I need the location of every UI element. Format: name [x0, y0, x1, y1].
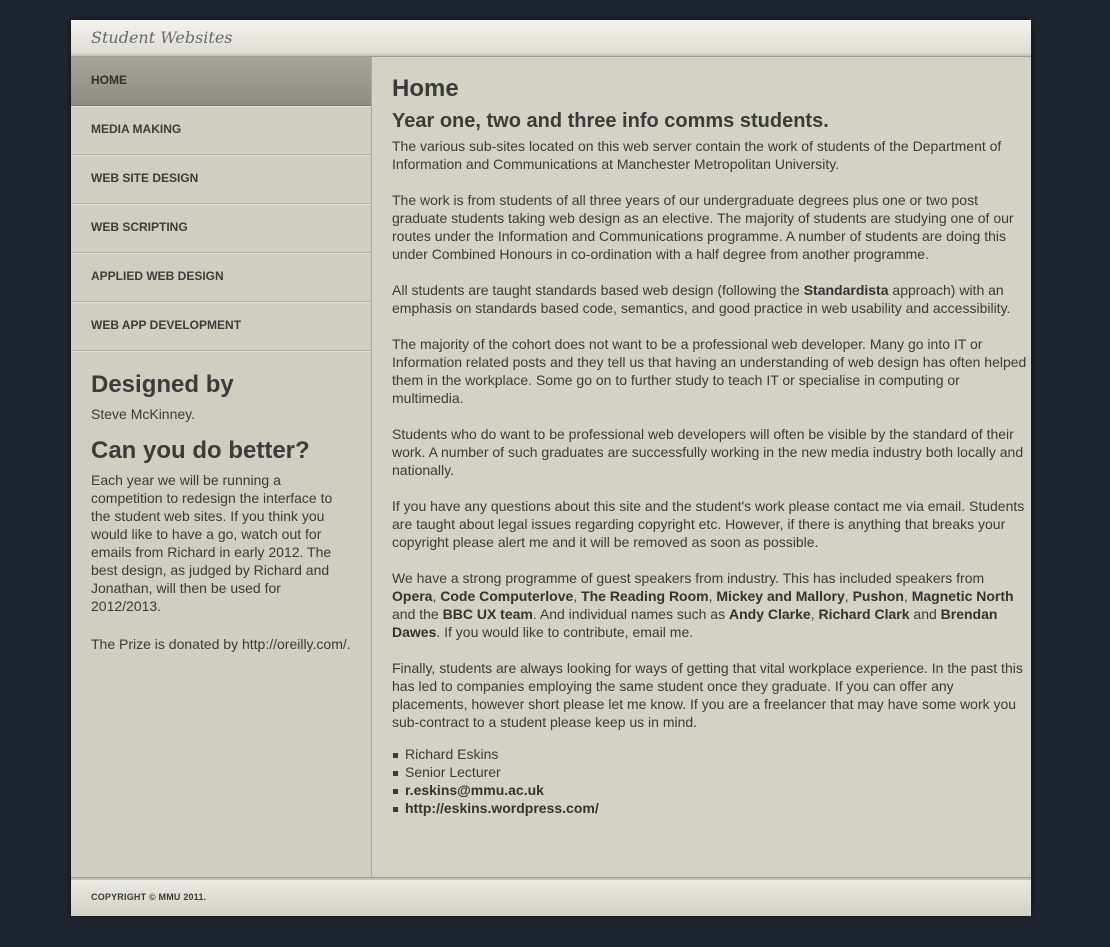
paragraph-cohort: The majority of the cohort does not want… [392, 336, 1027, 406]
masthead: Student Websites [71, 20, 1031, 57]
text: All students are taught standards based … [392, 282, 804, 298]
blog-link[interactable]: http://eskins.wordpress.com/ [405, 800, 599, 816]
speaker-reading-room[interactable]: The Reading Room [581, 588, 709, 604]
contact-email: r.eskins@mmu.ac.uk [392, 781, 1032, 799]
nav-item-home[interactable]: HOME [71, 57, 371, 106]
competition-heading: Can you do better? [91, 437, 310, 464]
text: and the [392, 606, 443, 622]
paragraph-professional: Students who do want to be professional … [392, 426, 1024, 478]
contact-list: Richard Eskins Senior Lecturer r.eskins@… [392, 745, 1032, 817]
contact-role: Senior Lecturer [392, 763, 1032, 781]
text: and [909, 606, 941, 622]
speaker-richard-clark[interactable]: Richard Clark [818, 606, 909, 622]
speaker-pushon[interactable]: Pushon [853, 588, 904, 604]
standardista-link[interactable]: Standardista [804, 282, 889, 298]
separator: , [573, 588, 582, 604]
sidebar: HOME MEDIA MAKING WEB SITE DESIGN WEB SC… [71, 57, 372, 877]
sidebar-copy: Designed by Steve McKinney. Can you do b… [71, 351, 371, 653]
designed-by-heading: Designed by [91, 371, 234, 398]
site-title[interactable]: Student Websites [91, 28, 233, 47]
paragraph-speakers: We have a strong programme of guest spea… [392, 569, 1032, 641]
email-link[interactable]: r.eskins@mmu.ac.uk [405, 782, 544, 798]
page-subtitle: Year one, two and three info comms stude… [392, 110, 829, 132]
contact-blog: http://eskins.wordpress.com/ [392, 799, 1032, 817]
nav-item-web-site-design[interactable]: WEB SITE DESIGN [71, 155, 371, 204]
text: We have a strong programme of guest spea… [392, 570, 985, 586]
footer: COPYRIGHT © MMU 2011. [71, 877, 1031, 916]
separator: , [844, 588, 853, 604]
paragraph-questions: If you have any questions about this sit… [392, 498, 1025, 550]
paragraph-standards: All students are taught standards based … [392, 281, 1032, 317]
separator: , [903, 588, 912, 604]
speaker-mickey-mallory[interactable]: Mickey and Mallory [716, 588, 844, 604]
speaker-code-computerlove[interactable]: Code Computerlove [440, 588, 573, 604]
speaker-opera[interactable]: Opera [392, 588, 432, 604]
text: . If you would like to contribute, email… [436, 624, 694, 640]
copyright-text: COPYRIGHT © MMU 2011. [91, 892, 207, 902]
designer-name: Steve McKinney. [91, 406, 196, 422]
text: . And individual names such as [532, 606, 729, 622]
main-content: Home Year one, two and three info comms … [372, 57, 1032, 877]
nav-item-applied-web-design[interactable]: APPLIED WEB DESIGN [71, 253, 371, 302]
paragraph-intro: The various sub-sites located on this we… [392, 138, 1002, 172]
main-nav: HOME MEDIA MAKING WEB SITE DESIGN WEB SC… [71, 57, 371, 351]
page-title: Home [392, 75, 459, 102]
nav-item-media-making[interactable]: MEDIA MAKING [71, 106, 371, 155]
prize-text: The Prize is donated by http://oreilly.c… [91, 636, 351, 652]
paragraph-placements: Finally, students are always looking for… [392, 660, 1023, 730]
contact-name: Richard Eskins [392, 745, 1032, 763]
nav-item-web-app-development[interactable]: WEB APP DEVELOPMENT [71, 302, 371, 351]
speaker-magnetic-north[interactable]: Magnetic North [912, 588, 1014, 604]
competition-text: Each year we will be running a competiti… [91, 472, 333, 614]
speaker-bbc-ux[interactable]: BBC UX team [443, 606, 533, 622]
speaker-andy-clarke[interactable]: Andy Clarke [729, 606, 811, 622]
nav-item-web-scripting[interactable]: WEB SCRIPTING [71, 204, 371, 253]
paragraph-students: The work is from students of all three y… [392, 192, 1014, 262]
page-frame: Student Websites HOME MEDIA MAKING WEB S… [71, 20, 1032, 916]
